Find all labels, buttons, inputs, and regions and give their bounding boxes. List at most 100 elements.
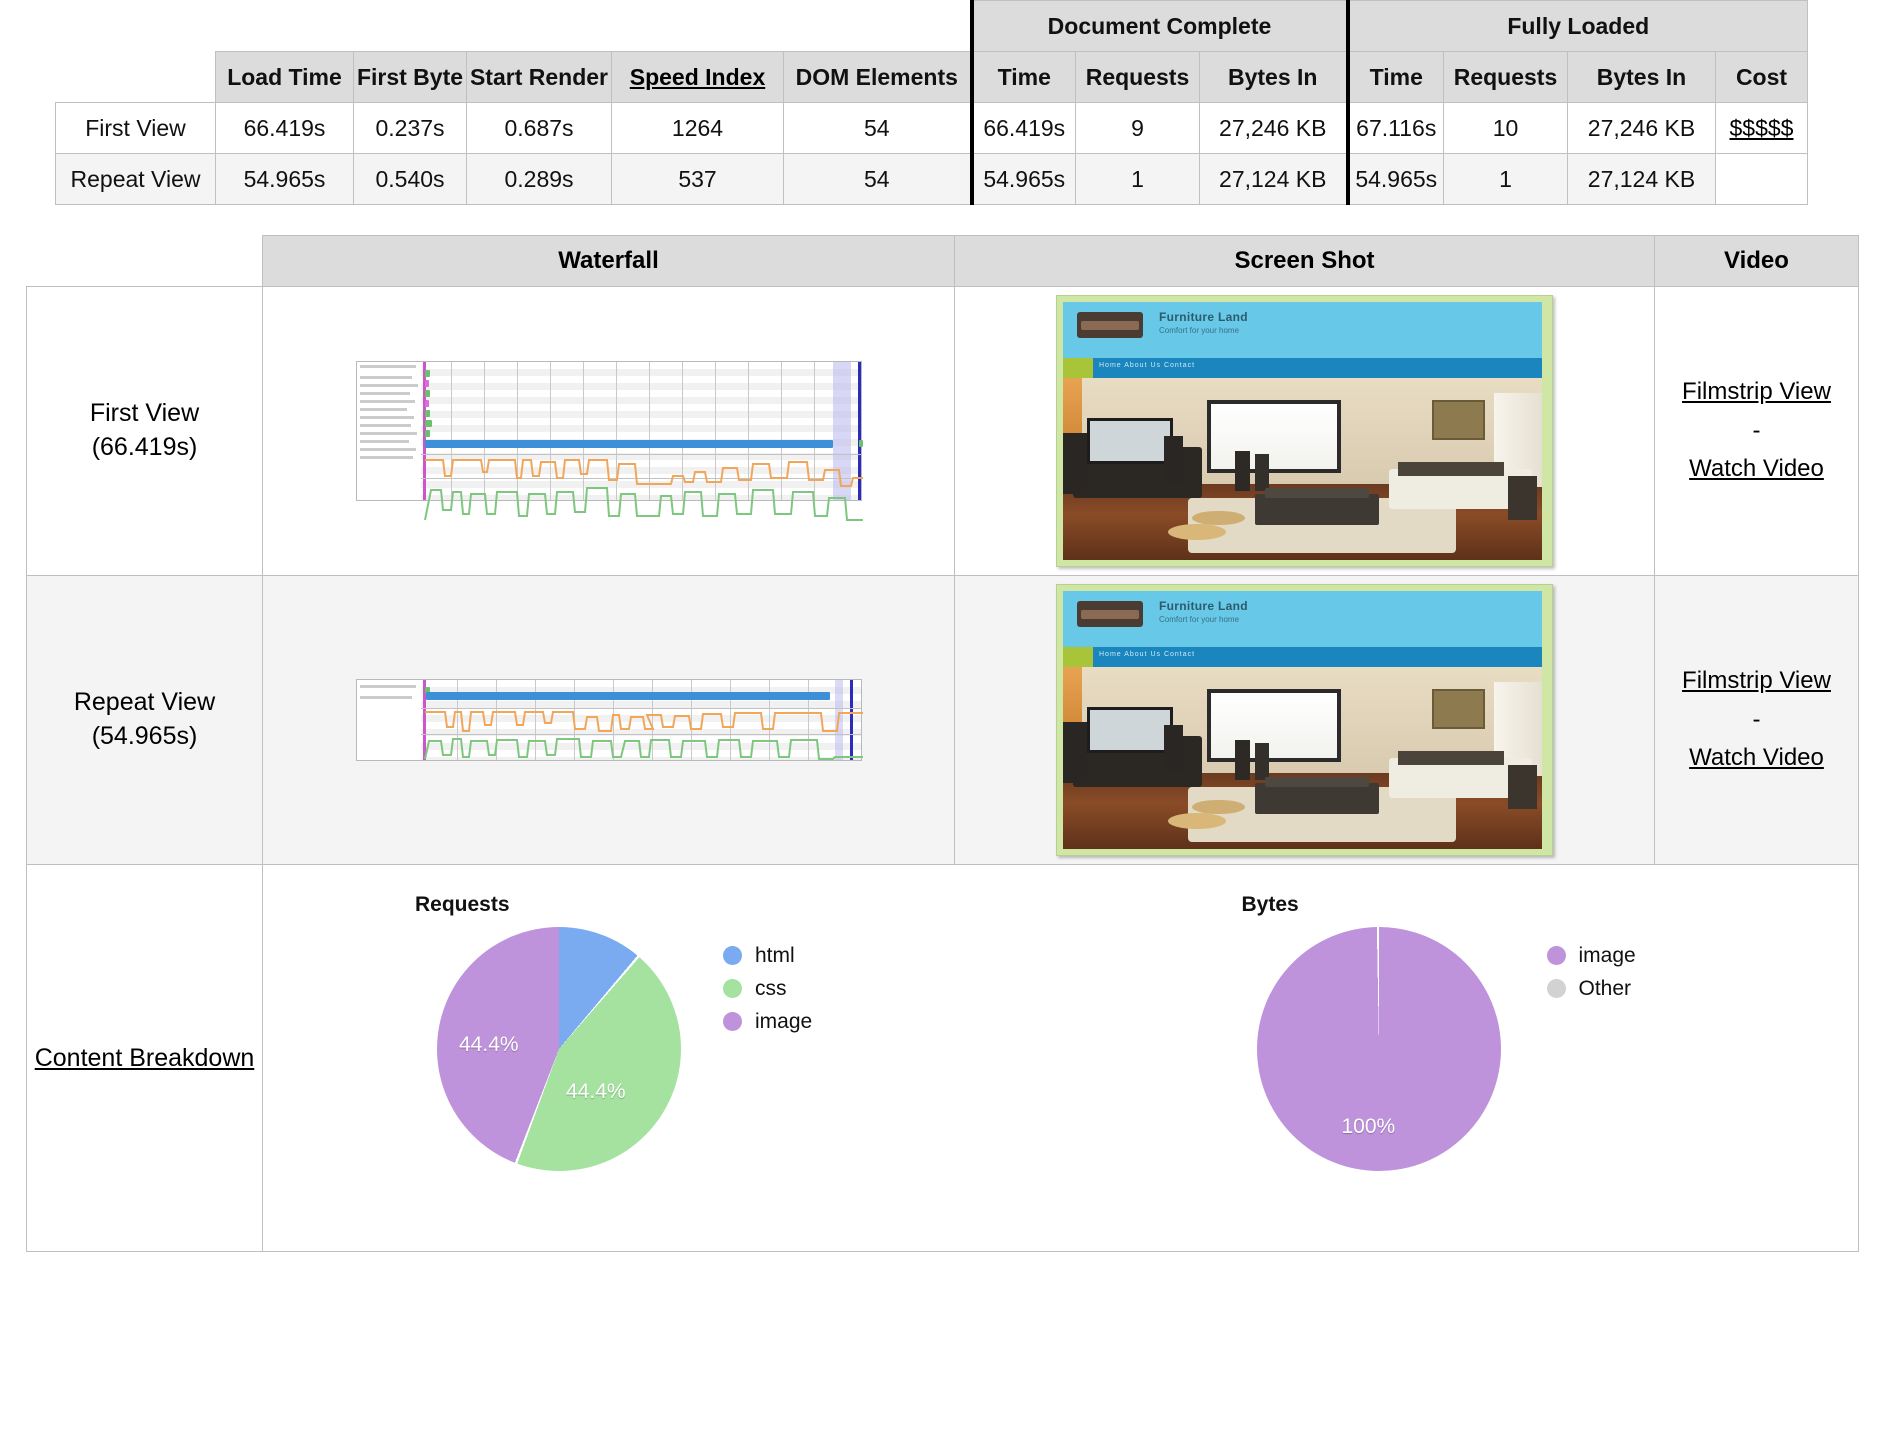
row-label-first-view: First View (56, 103, 216, 154)
first-view-name: First View (27, 397, 262, 431)
cell-repeat-load-time: 54.965s (216, 154, 354, 205)
cell-first-fl-time: 67.116s (1348, 103, 1444, 154)
cell-first-fl-bytes-in: 27,246 KB (1568, 103, 1716, 154)
waterfall-cell-first-view[interactable] (263, 287, 955, 576)
cell-repeat-dc-requests: 1 (1076, 154, 1200, 205)
cell-repeat-speed-index: 537 (612, 154, 784, 205)
watch-video-link-repeat[interactable]: Watch Video (1655, 739, 1858, 777)
nav-items-repeat: Home About Us Contact (1099, 651, 1195, 658)
site-header-band: Furniture Land Comfort for your home (1063, 302, 1542, 358)
content-breakdown-link[interactable]: Content Breakdown (35, 1044, 255, 1072)
video-links-first-view: Filmstrip View - Watch Video (1655, 373, 1858, 488)
waterfall-bandwidth-line-first (421, 480, 863, 524)
legend-label-bytes-other: Other (1579, 978, 1632, 999)
repeat-view-name: Repeat View (27, 686, 262, 720)
cell-first-dc-time: 66.419s (972, 103, 1076, 154)
detail-row-content-breakdown: Content Breakdown Requests 44.4% 44.4% (27, 865, 1859, 1252)
legend-dot-bytes-other-icon (1547, 979, 1566, 998)
bytes-chart-title: Bytes (1242, 893, 1299, 917)
legend-dot-image-icon (723, 1012, 742, 1031)
detail-table-container: Waterfall Screen Shot Video First View (… (26, 235, 1858, 1252)
video-cell-repeat-view: Filmstrip View - Watch Video (1655, 576, 1859, 865)
content-breakdown-label-cell[interactable]: Content Breakdown (27, 865, 263, 1252)
column-header-first-byte: First Byte (354, 52, 467, 103)
site-tagline: Comfort for your home (1159, 326, 1239, 335)
speed-index-link[interactable]: Speed Index (630, 64, 765, 90)
legend-item-bytes-other: Other (1547, 972, 1636, 1005)
screenshot-thumbnail-repeat-view[interactable]: Furniture Land Comfort for your home Hom… (1056, 584, 1553, 856)
bytes-image-pct: 100% (1342, 1115, 1396, 1139)
detail-header-video: Video (1655, 236, 1859, 287)
column-header-fl-time: Time (1348, 52, 1444, 103)
filmstrip-view-link-repeat[interactable]: Filmstrip View (1655, 662, 1858, 700)
table-row-repeat-view: Repeat View 54.965s 0.540s 0.289s 537 54… (56, 154, 1808, 205)
waterfall-plot-first (421, 362, 861, 500)
cell-first-cost[interactable]: $$$$$ (1716, 103, 1808, 154)
nav-home-highlight (1063, 358, 1093, 378)
detail-row-repeat-view: Repeat View (54.965s) (27, 576, 1859, 865)
detail-header-row: Waterfall Screen Shot Video (27, 236, 1859, 287)
screenshot-cell-first-view[interactable]: Furniture Land Comfort for your home Hom… (955, 287, 1655, 576)
site-header-band-repeat: Furniture Land Comfort for your home (1063, 591, 1542, 647)
summary-table-container: Document Complete Fully Loaded Load Time… (55, 0, 1825, 205)
cell-repeat-dc-bytes-in: 27,124 KB (1200, 154, 1348, 205)
cell-first-first-byte: 0.237s (354, 103, 467, 154)
cell-repeat-fl-requests: 1 (1444, 154, 1568, 205)
watch-video-link-first[interactable]: Watch Video (1655, 450, 1858, 488)
group-header-fully-loaded: Fully Loaded (1348, 1, 1808, 52)
column-header-dom-elements: DOM Elements (784, 52, 972, 103)
waterfall-cell-repeat-view[interactable] (263, 576, 955, 865)
legend-dot-css-icon (723, 979, 742, 998)
video-link-separator-repeat: - (1655, 701, 1858, 739)
summary-group-header-row: Document Complete Fully Loaded (56, 1, 1808, 52)
cell-first-speed-index: 1264 (612, 103, 784, 154)
cell-repeat-first-byte: 0.540s (354, 154, 467, 205)
content-breakdown-charts-cell: Requests 44.4% 44.4% html (263, 865, 1859, 1252)
cell-repeat-start-render: 0.289s (467, 154, 612, 205)
legend-item-html: html (723, 939, 812, 972)
requests-chart-title: Requests (415, 893, 510, 917)
hero-photo (1063, 378, 1542, 560)
site-title: Furniture Land (1159, 310, 1248, 324)
cell-repeat-fl-bytes-in: 27,124 KB (1568, 154, 1716, 205)
video-link-separator-first: - (1655, 412, 1858, 450)
cell-first-fl-requests: 10 (1444, 103, 1568, 154)
cost-link[interactable]: $$$$$ (1730, 115, 1794, 141)
waterfall-request-labels-repeat (357, 680, 422, 760)
cell-first-start-render: 0.687s (467, 103, 612, 154)
column-header-dc-requests: Requests (1076, 52, 1200, 103)
repeat-view-label-block: Repeat View (54.965s) (27, 686, 262, 754)
waterfall-thumbnail-repeat-view[interactable] (356, 679, 862, 761)
screenshot-cell-repeat-view[interactable]: Furniture Land Comfort for your home Hom… (955, 576, 1655, 865)
table-row-first-view: First View 66.419s 0.237s 0.687s 1264 54… (56, 103, 1808, 154)
bytes-legend: image Other (1547, 939, 1636, 1005)
legend-label-image: image (755, 1011, 812, 1032)
site-title-repeat: Furniture Land (1159, 599, 1248, 613)
first-view-time: (66.419s) (27, 431, 262, 465)
detail-header-waterfall: Waterfall (263, 236, 955, 287)
screenshot-thumbnail-first-view[interactable]: Furniture Land Comfort for your home Hom… (1056, 295, 1553, 567)
waterfall-thumbnail-first-view[interactable] (356, 361, 862, 501)
sofa-logo-icon-repeat (1077, 601, 1143, 627)
column-header-load-time: Load Time (216, 52, 354, 103)
column-header-cost: Cost (1716, 52, 1808, 103)
cell-repeat-dc-time: 54.965s (972, 154, 1076, 205)
requests-legend: html css image (723, 939, 812, 1038)
detail-results-table: Waterfall Screen Shot Video First View (… (26, 235, 1859, 1252)
screenshot-inner-first: Furniture Land Comfort for your home Hom… (1063, 302, 1542, 560)
summary-group-blank (56, 1, 972, 52)
column-header-fl-requests: Requests (1444, 52, 1568, 103)
column-header-speed-index[interactable]: Speed Index (612, 52, 784, 103)
webpagetest-results-page: Document Complete Fully Loaded Load Time… (0, 0, 1884, 1438)
group-header-document-complete: Document Complete (972, 1, 1348, 52)
hero-photo-repeat (1063, 667, 1542, 849)
legend-item-bytes-image: image (1547, 939, 1636, 972)
waterfall-cpu-line-repeat (421, 709, 863, 735)
filmstrip-view-link-first[interactable]: Filmstrip View (1655, 373, 1858, 411)
legend-dot-html-icon (723, 946, 742, 965)
detail-header-screenshot: Screen Shot (955, 236, 1655, 287)
legend-dot-bytes-image-icon (1547, 946, 1566, 965)
column-header-dc-time: Time (972, 52, 1076, 103)
site-nav-band: Home About Us Contact (1063, 358, 1542, 378)
cell-repeat-dom-elements: 54 (784, 154, 972, 205)
